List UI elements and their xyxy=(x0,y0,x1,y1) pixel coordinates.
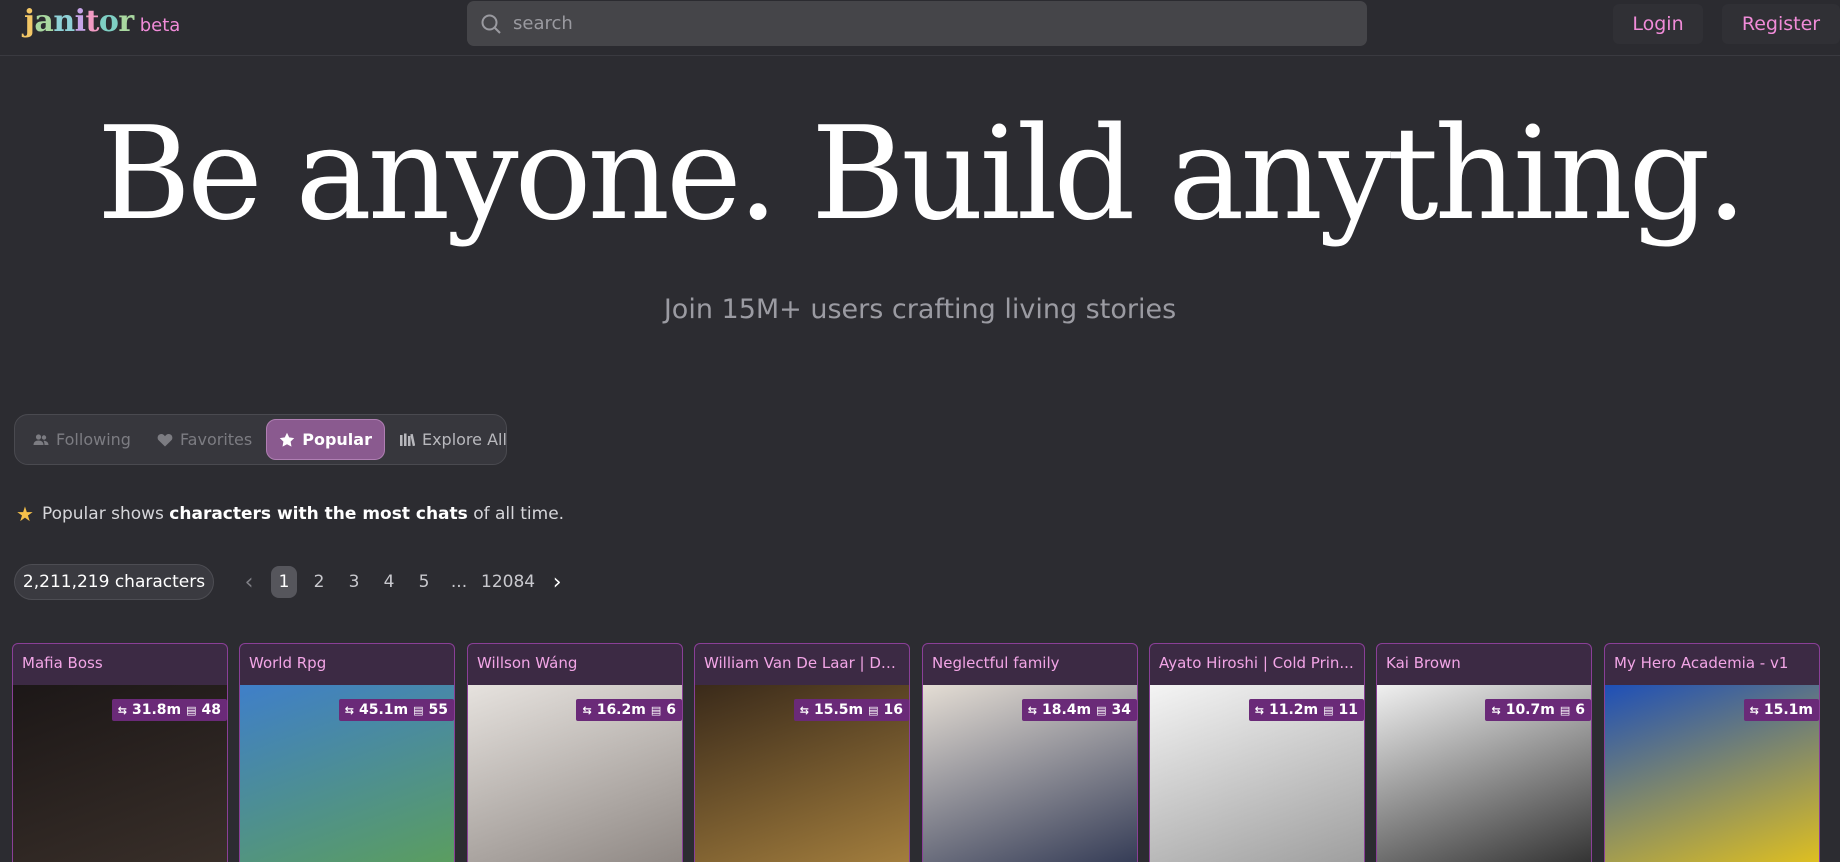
card-stats: ⇆ 18.4m ▤ 34 xyxy=(1021,699,1137,721)
page-4[interactable]: 4 xyxy=(376,566,402,598)
card-title: My Hero Academia - v1 xyxy=(1614,654,1789,672)
tab-favorites[interactable]: Favorites xyxy=(145,419,264,460)
page-last[interactable]: 12084 xyxy=(481,566,535,598)
hero-subtitle: Join 15M+ users crafting living stories xyxy=(663,294,1177,325)
card-title: Mafia Boss xyxy=(22,654,103,672)
character-grid: Mafia Boss ⇆ 31.8m ▤ 48 World Rpg ⇆ 45.1m ▤ 55… xyxy=(12,643,1840,862)
file-count: 34 xyxy=(1111,702,1131,718)
tab-label: Following xyxy=(56,430,131,449)
chat-icon: ⇆ xyxy=(344,703,354,717)
page-1[interactable]: 1 xyxy=(271,566,297,598)
tab-label: Favorites xyxy=(179,430,253,449)
popular-note: ★ Popular shows characters with the most… xyxy=(16,502,564,526)
character-card[interactable]: World Rpg ⇆ 45.1m ▤ 55 xyxy=(239,643,455,862)
chevron-right-icon[interactable]: › xyxy=(544,566,570,598)
page-ellipsis: ... xyxy=(450,572,468,592)
file-count: 6 xyxy=(1575,702,1585,718)
file-icon: ▤ xyxy=(1559,703,1571,717)
character-card[interactable]: Willson Wáng ⇆ 16.2m ▤ 6 xyxy=(467,643,683,862)
users-icon xyxy=(33,433,49,445)
heart-icon xyxy=(157,433,173,446)
chat-icon: ⇆ xyxy=(117,703,127,717)
file-count: 48 xyxy=(201,702,221,718)
file-icon: ▤ xyxy=(868,703,879,717)
character-card[interactable]: Ayato Hiroshi | Cold Prin... ⇆ 11.2m ▤ 11 xyxy=(1149,643,1365,862)
chat-icon: ⇆ xyxy=(799,703,809,717)
file-count: 6 xyxy=(666,702,676,718)
note-prefix: Popular shows xyxy=(41,504,164,524)
file-count: 11 xyxy=(1338,702,1358,718)
card-stats: ⇆ 11.2m ▤ 11 xyxy=(1248,699,1364,721)
pagination: ‹ 1 2 3 4 5 ... 12084 › xyxy=(236,566,579,598)
login-button[interactable]: Login xyxy=(1613,4,1703,44)
tab-label: Popular xyxy=(302,430,372,449)
search-bar[interactable] xyxy=(467,1,1367,46)
logo-wordmark: janitor xyxy=(24,4,134,39)
chevron-left-icon[interactable]: ‹ xyxy=(236,566,262,598)
page-5[interactable]: 5 xyxy=(411,566,437,598)
card-title: Neglectful family xyxy=(932,654,1060,672)
file-icon: ▤ xyxy=(650,703,662,717)
chat-icon: ⇆ xyxy=(1491,703,1501,717)
chat-icon: ⇆ xyxy=(1254,703,1264,717)
card-stats: ⇆ 31.8m ▤ 48 xyxy=(111,699,227,721)
search-icon xyxy=(481,14,501,34)
tab-label: Explore All xyxy=(421,430,507,449)
chat-count: 15.1m xyxy=(1763,702,1813,718)
page-3[interactable]: 3 xyxy=(341,566,367,598)
tab-explore-all[interactable]: Explore All xyxy=(387,419,519,460)
file-icon: ▤ xyxy=(1323,703,1334,717)
character-card[interactable]: Mafia Boss ⇆ 31.8m ▤ 48 xyxy=(12,643,228,862)
card-stats: ⇆ 16.2m ▤ 6 xyxy=(576,699,682,721)
character-card[interactable]: William Van De Laar | Du... ⇆ 15.5m ▤ 16 xyxy=(694,643,910,862)
card-stats: ⇆ 15.1m xyxy=(1743,699,1819,721)
card-stats: ⇆ 45.1m ▤ 55 xyxy=(338,699,454,721)
card-title: Willson Wáng xyxy=(477,654,578,672)
tab-popular[interactable]: Popular xyxy=(266,419,385,460)
file-count: 16 xyxy=(883,702,903,718)
chat-count: 10.7m xyxy=(1505,702,1555,718)
star-emoji-icon: ★ xyxy=(16,502,34,526)
note-suffix: of all time. xyxy=(473,504,565,524)
card-stats: ⇆ 10.7m ▤ 6 xyxy=(1485,699,1591,721)
tab-following[interactable]: Following xyxy=(21,419,143,460)
search-input[interactable] xyxy=(513,13,1333,34)
character-count-badge: 2,211,219 characters xyxy=(14,564,214,600)
chat-count: 45.1m xyxy=(358,702,409,718)
card-title: William Van De Laar | Du... xyxy=(704,654,905,672)
hero-title: Be anyone. Build anything. xyxy=(96,100,1747,249)
card-title: Ayato Hiroshi | Cold Prin... xyxy=(1159,654,1354,672)
chat-count: 31.8m xyxy=(131,702,182,718)
chat-icon: ⇆ xyxy=(582,703,592,717)
page-2[interactable]: 2 xyxy=(306,566,332,598)
library-icon xyxy=(399,433,415,446)
character-card[interactable]: Neglectful family ⇆ 18.4m ▤ 34 xyxy=(922,643,1138,862)
card-title: Kai Brown xyxy=(1386,654,1461,672)
star-icon xyxy=(280,432,295,447)
character-card[interactable]: My Hero Academia - v1 ⇆ 15.1m xyxy=(1604,643,1820,862)
chat-count: 11.2m xyxy=(1268,702,1319,718)
character-card[interactable]: Kai Brown ⇆ 10.7m ▤ 6 xyxy=(1376,643,1592,862)
card-title: World Rpg xyxy=(249,654,327,672)
chat-icon: ⇆ xyxy=(1027,703,1037,717)
card-stats: ⇆ 15.5m ▤ 16 xyxy=(793,699,909,721)
note-bold: characters with the most chats xyxy=(169,504,468,524)
top-bar: janitor beta Login Register xyxy=(0,0,1840,56)
register-button[interactable]: Register xyxy=(1722,4,1840,44)
chat-icon: ⇆ xyxy=(1749,703,1759,717)
file-count: 55 xyxy=(428,702,448,718)
feed-tabs: Following Favorites Popular Explore All xyxy=(14,414,507,465)
chat-count: 16.2m xyxy=(596,702,646,718)
file-icon: ▤ xyxy=(413,703,424,717)
file-icon: ▤ xyxy=(186,703,197,717)
chat-count: 15.5m xyxy=(813,702,864,718)
logo[interactable]: janitor beta xyxy=(24,4,180,39)
chat-count: 18.4m xyxy=(1041,702,1092,718)
beta-label: beta xyxy=(139,15,181,36)
file-icon: ▤ xyxy=(1096,703,1107,717)
